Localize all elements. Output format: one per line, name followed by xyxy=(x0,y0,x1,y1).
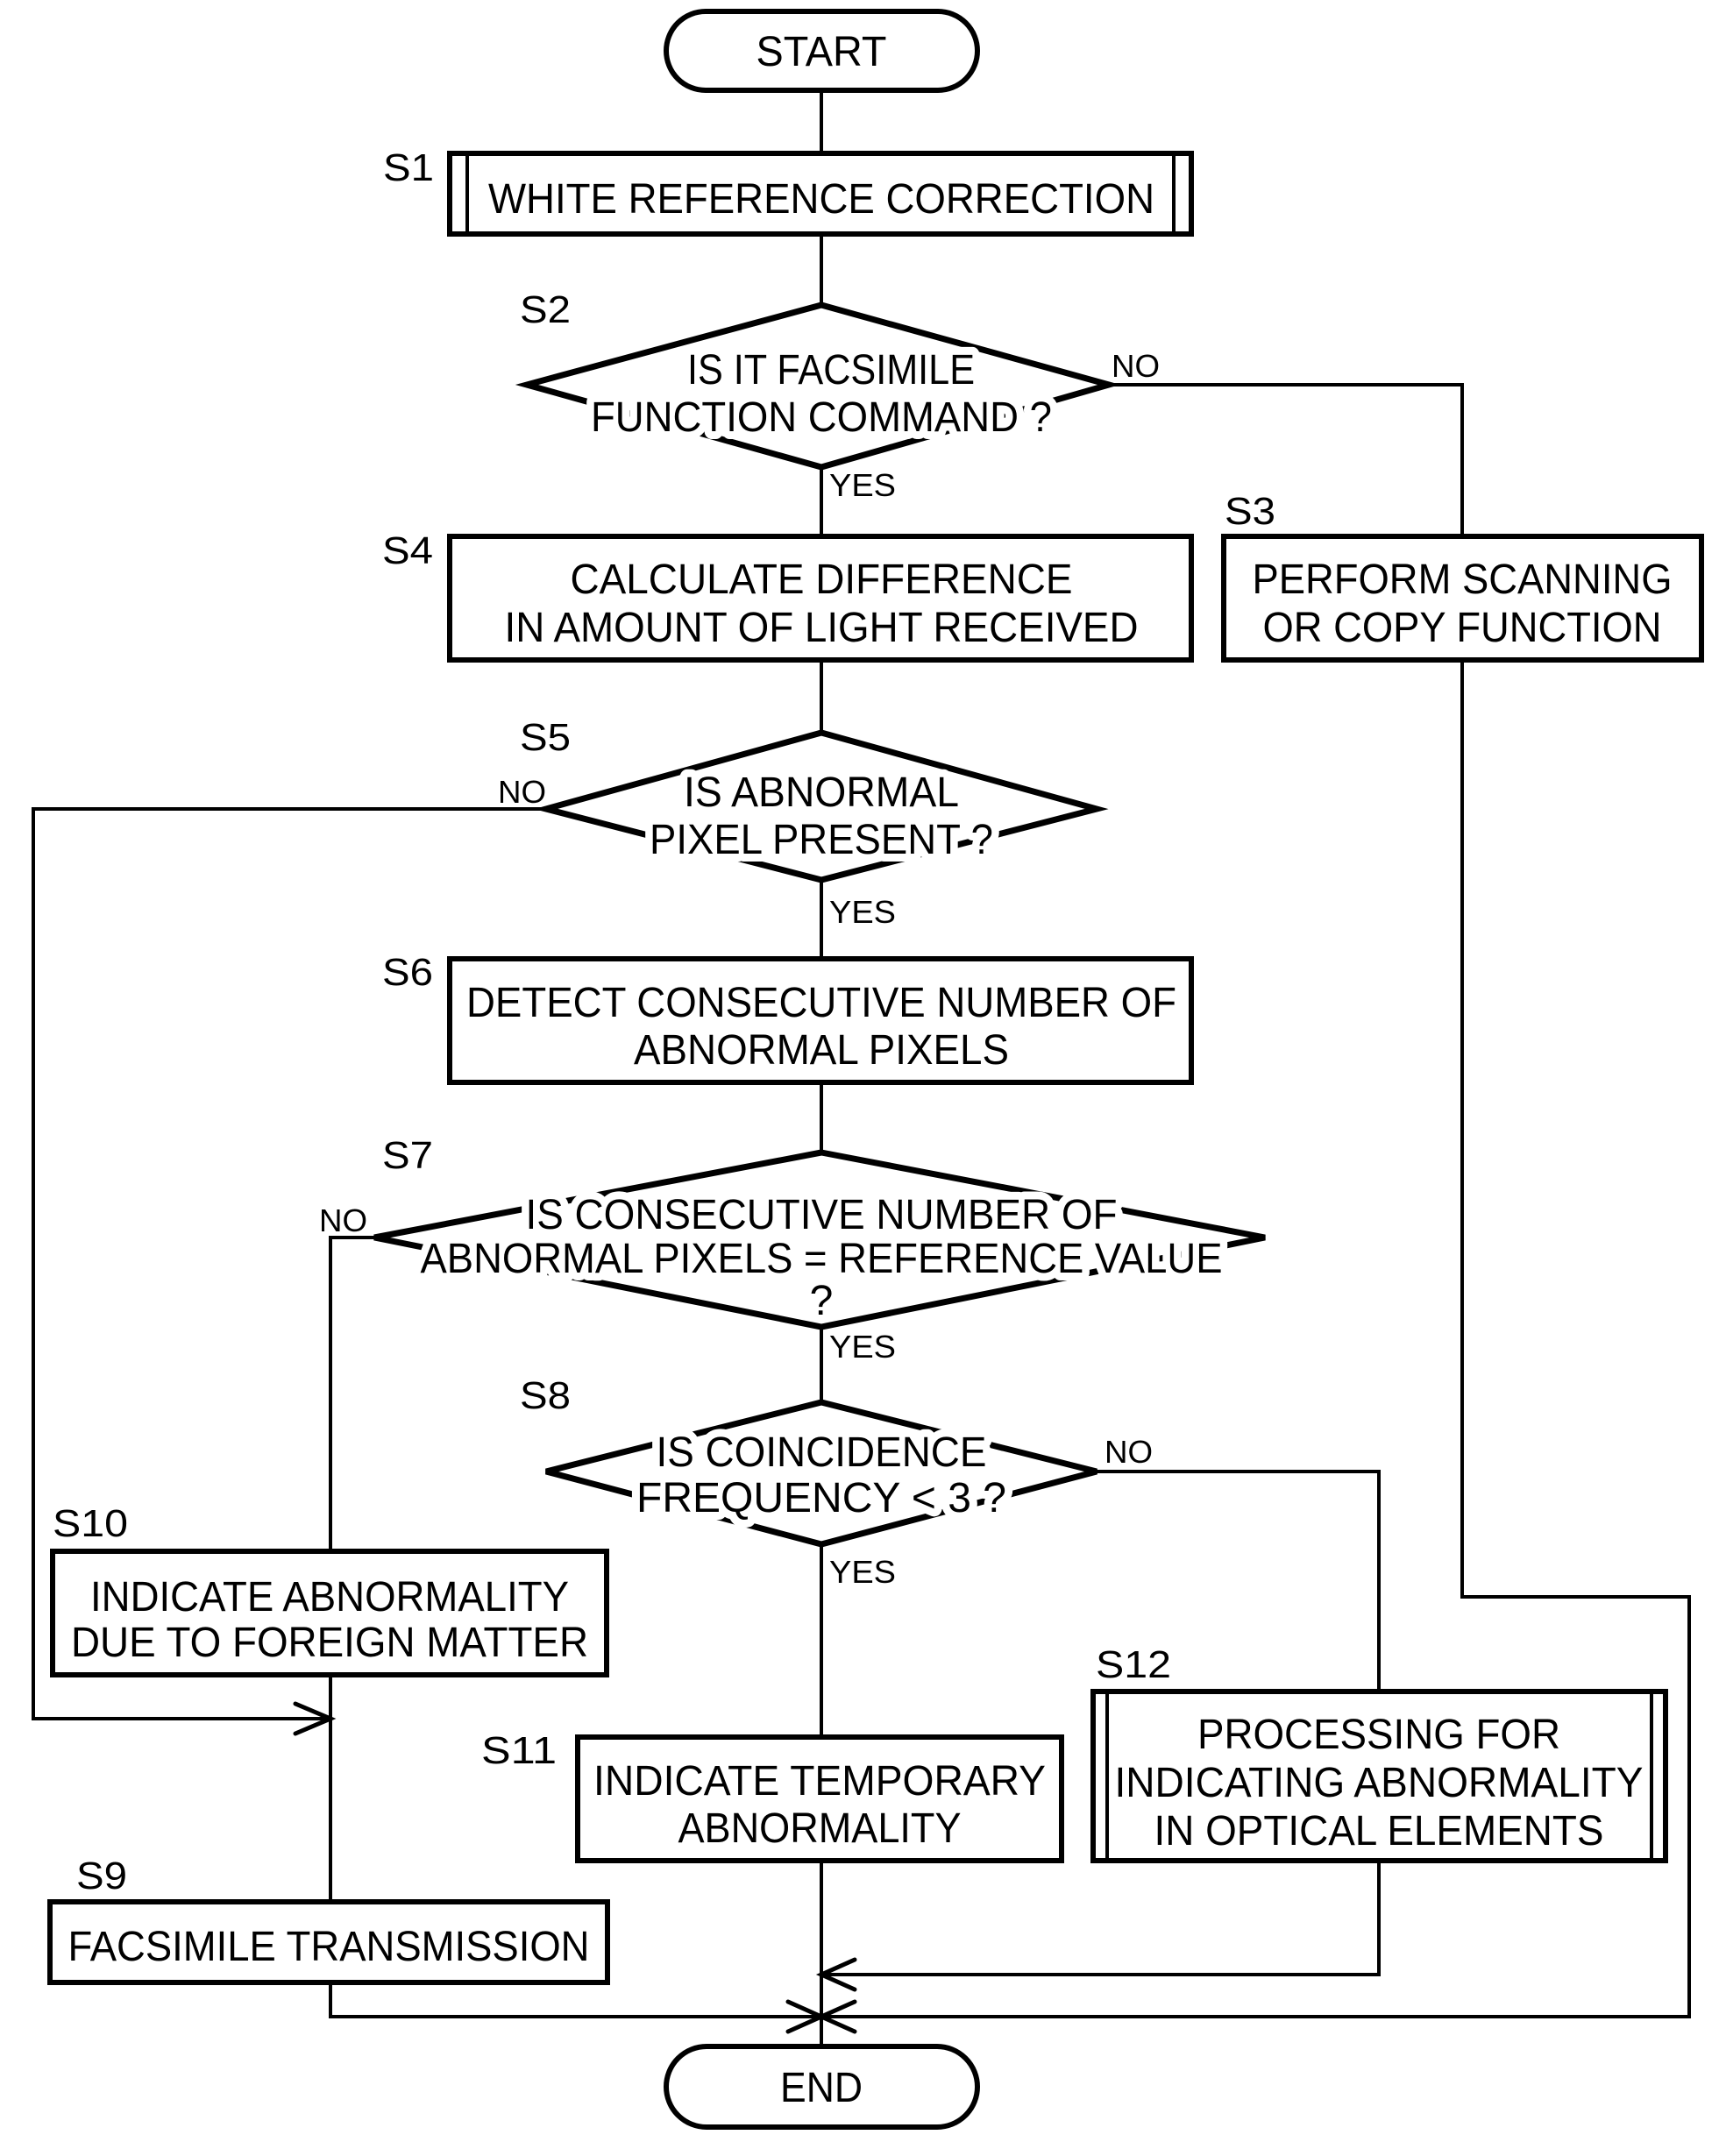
step-id-s7: S7 xyxy=(382,1134,433,1177)
step-id-s4: S4 xyxy=(382,529,433,572)
s8-yes-label: YES xyxy=(829,1554,896,1590)
step-s11-text-line2: ABNORMALITY xyxy=(678,1805,962,1852)
step-s12-text-line2: INDICATING ABNORMALITY xyxy=(1115,1760,1644,1806)
step-id-s2: S2 xyxy=(520,288,571,331)
step-s12-text-line3: IN OPTICAL ELEMENTS xyxy=(1154,1808,1604,1855)
step-s6-text-line1: DETECT CONSECUTIVE NUMBER OF xyxy=(466,980,1176,1026)
edge-s2-s3 xyxy=(1109,383,1464,536)
step-s3-text-line2: OR COPY FUNCTION xyxy=(1263,605,1662,651)
step-s9-text: FACSIMILE TRANSMISSION xyxy=(68,1924,590,1970)
step-s2-text-line2: FUNCTION COMMAND ? xyxy=(591,394,1052,441)
step-id-s5: S5 xyxy=(520,716,571,759)
step-s7-text-line1: IS CONSECUTIVE NUMBER OF xyxy=(526,1192,1118,1238)
s7-yes-label: YES xyxy=(829,1329,896,1365)
s5-yes-label: YES xyxy=(829,894,896,930)
s2-no-label: NO xyxy=(1112,348,1160,384)
step-s6: S6 DETECT CONSECUTIVE NUMBER OF ABNORMAL… xyxy=(382,951,1194,1085)
step-s2: S2 IS IT FACSIMILE FUNCTION COMMAND ? NO… xyxy=(515,288,1160,503)
s5-no-label: NO xyxy=(498,774,546,810)
step-id-s12: S12 xyxy=(1096,1643,1171,1686)
step-s1: S1 WHITE REFERENCE CORRECTION xyxy=(383,146,1194,237)
step-s4-text-line1: CALCULATE DIFFERENCE xyxy=(571,557,1073,603)
step-s7: S7 IS CONSECUTIVE NUMBER OF ABNORMAL PIX… xyxy=(319,1134,1266,1365)
step-id-s6: S6 xyxy=(382,951,433,994)
step-s10-text-line2: DUE TO FOREIGN MATTER xyxy=(71,1620,588,1666)
step-id-s8: S8 xyxy=(520,1374,571,1417)
step-id-s9: S9 xyxy=(76,1855,127,1897)
step-s2-text-line1: IS IT FACSIMILE xyxy=(687,347,975,394)
step-s8-text-line1: IS COINCIDENCE xyxy=(657,1429,987,1476)
step-s4: S4 CALCULATE DIFFERENCE IN AMOUNT OF LIG… xyxy=(382,529,1194,663)
step-s11: S11 INDICATE TEMPORARY ABNORMALITY xyxy=(481,1729,1064,1863)
step-s7-text-line3: ? xyxy=(810,1278,834,1324)
s2-yes-label: YES xyxy=(829,467,896,503)
flowchart: START S1 WHITE REFERENCE CORRECTION S2 I… xyxy=(32,9,1704,2130)
step-id-s3: S3 xyxy=(1225,490,1275,533)
step-id-s11: S11 xyxy=(481,1729,557,1772)
edge-s9-end xyxy=(329,1982,821,2018)
end-label: END xyxy=(780,2065,863,2111)
end-terminal: END xyxy=(664,2044,980,2130)
step-s6-text-line2: ABNORMAL PIXELS xyxy=(634,1027,1009,1074)
step-s5: S5 IS ABNORMAL PIXEL PRESENT ? NO YES xyxy=(498,716,1109,930)
step-id-s1: S1 xyxy=(383,146,434,189)
s8-no-label: NO xyxy=(1105,1434,1153,1470)
step-s10-text-line1: INDICATE ABNORMALITY xyxy=(90,1574,569,1621)
s7-no-label: NO xyxy=(319,1202,367,1238)
edge-s7-s10 xyxy=(329,1236,374,1551)
step-s8-text-line2: FREQUENCY < 3 ? xyxy=(636,1475,1006,1521)
step-s8: S8 IS COINCIDENCE FREQUENCY < 3 ? NO YES xyxy=(520,1374,1153,1590)
step-s4-text-line2: IN AMOUNT OF LIGHT RECEIVED xyxy=(505,605,1139,651)
step-s1-text: WHITE REFERENCE CORRECTION xyxy=(488,176,1154,223)
step-id-s10: S10 xyxy=(53,1502,128,1545)
step-s5-text-line2: PIXEL PRESENT ? xyxy=(650,817,993,863)
step-s7-text-line2: ABNORMAL PIXELS = REFERENCE VALUE xyxy=(421,1236,1223,1282)
start-label: START xyxy=(757,29,887,75)
step-s12-text-line1: PROCESSING FOR xyxy=(1197,1712,1560,1758)
step-s5-text-line1: IS ABNORMAL xyxy=(684,769,959,816)
step-s11-text-line1: INDICATE TEMPORARY xyxy=(593,1758,1046,1805)
step-s3-text-line1: PERFORM SCANNING xyxy=(1253,557,1673,603)
start-terminal: START xyxy=(664,9,980,93)
edge-s12-end xyxy=(821,1861,1381,1976)
